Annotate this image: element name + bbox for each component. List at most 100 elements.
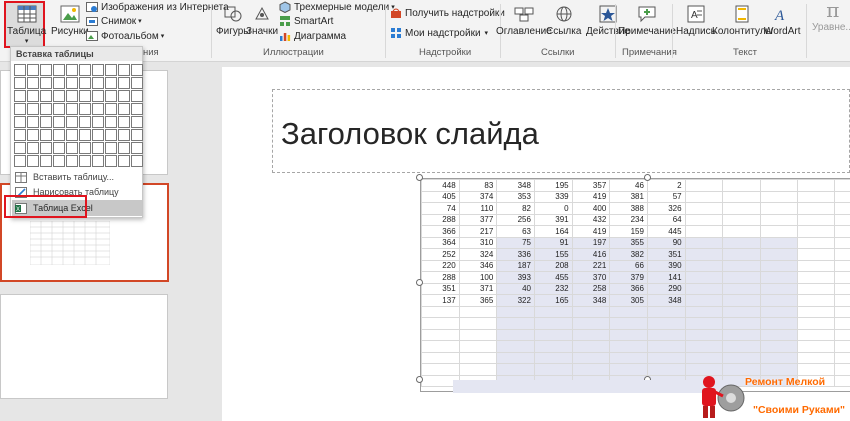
table-cell[interactable] — [684, 213, 724, 226]
table-grid-cell[interactable] — [65, 154, 78, 167]
table-grid-cell[interactable] — [130, 89, 143, 102]
table-cell[interactable]: 288 — [421, 213, 460, 226]
table-cell[interactable] — [684, 305, 724, 318]
table-cell[interactable] — [834, 248, 850, 261]
table-grid-cell[interactable] — [14, 102, 26, 115]
table-cell[interactable]: 159 — [609, 225, 648, 238]
table-cell[interactable]: 83 — [458, 179, 498, 192]
table-cell[interactable] — [684, 259, 724, 272]
table-cell[interactable] — [684, 271, 724, 284]
table-cell[interactable]: 74 — [421, 202, 460, 215]
table-grid-cell[interactable] — [39, 128, 52, 141]
table-cell[interactable]: 232 — [533, 282, 573, 295]
table-grid-cell[interactable] — [65, 141, 78, 154]
table-cell[interactable] — [684, 351, 724, 364]
table-cell[interactable]: 155 — [533, 248, 573, 261]
table-cell[interactable] — [834, 271, 850, 284]
table-cell[interactable]: 381 — [609, 190, 648, 203]
pictures-button[interactable]: Рисунки — [51, 4, 89, 37]
table-cell[interactable]: 348 — [571, 294, 611, 307]
table-size-grid[interactable] — [14, 64, 143, 167]
zoom-button[interactable]: Оглавление — [496, 4, 552, 37]
table-cell[interactable]: 40 — [496, 282, 535, 295]
table-cell[interactable] — [496, 340, 535, 353]
table-grid-cell[interactable] — [117, 141, 130, 154]
table-cell[interactable]: 141 — [646, 271, 686, 284]
table-cell[interactable]: 366 — [609, 282, 648, 295]
table-cell[interactable] — [571, 351, 611, 364]
table-cell[interactable]: 388 — [609, 202, 648, 215]
table-cell[interactable] — [759, 259, 798, 272]
table-cell[interactable]: 374 — [458, 190, 498, 203]
table-grid-cell[interactable] — [14, 89, 26, 102]
table-cell[interactable] — [646, 363, 686, 376]
table-cell[interactable]: 365 — [458, 294, 498, 307]
table-cell[interactable] — [684, 190, 724, 203]
table-cell[interactable] — [684, 248, 724, 261]
table-grid-cell[interactable] — [78, 128, 91, 141]
textbox-button[interactable]: A Надпись — [676, 4, 716, 37]
table-cell[interactable] — [722, 282, 761, 295]
resize-handle[interactable] — [644, 174, 651, 181]
table-grid-cell[interactable] — [14, 64, 26, 76]
table-cell[interactable] — [646, 340, 686, 353]
table-grid-cell[interactable] — [117, 76, 130, 89]
table-cell[interactable] — [571, 363, 611, 376]
table-grid-cell[interactable] — [65, 76, 78, 89]
table-cell[interactable] — [759, 179, 798, 192]
table-cell[interactable]: 364 — [421, 236, 460, 249]
table-grid-cell[interactable] — [130, 102, 143, 115]
table-grid-cell[interactable] — [14, 128, 26, 141]
table-cell[interactable] — [496, 351, 535, 364]
table-cell[interactable] — [722, 317, 761, 330]
table-cell[interactable] — [722, 305, 761, 318]
table-grid-cell[interactable] — [26, 76, 39, 89]
table-cell[interactable]: 220 — [421, 259, 460, 272]
table-cell[interactable] — [759, 248, 798, 261]
table-cell[interactable]: 0 — [533, 202, 573, 215]
table-cell[interactable] — [533, 317, 573, 330]
table-cell[interactable]: 187 — [496, 259, 535, 272]
table-cell[interactable] — [722, 225, 761, 238]
table-cell[interactable] — [796, 282, 836, 295]
resize-handle[interactable] — [416, 279, 423, 286]
table-cell[interactable] — [458, 305, 498, 318]
table-grid-cell[interactable] — [104, 89, 117, 102]
table-grid-cell[interactable] — [130, 115, 143, 128]
table-cell[interactable] — [722, 236, 761, 249]
photo-album-button[interactable]: Фотоальбом ▾ — [86, 30, 164, 42]
table-grid-cell[interactable] — [65, 102, 78, 115]
table-cell[interactable]: 165 — [533, 294, 573, 307]
table-cell[interactable]: 370 — [571, 271, 611, 284]
table-cell[interactable] — [834, 340, 850, 353]
table-cell[interactable] — [684, 236, 724, 249]
table-cell[interactable]: 448 — [421, 179, 460, 192]
table-cell[interactable] — [421, 363, 460, 376]
table-cell[interactable] — [533, 305, 573, 318]
table-cell[interactable]: 346 — [458, 259, 498, 272]
table-grid-cell[interactable] — [117, 64, 130, 76]
table-cell[interactable] — [722, 271, 761, 284]
table-cell[interactable] — [722, 179, 761, 192]
get-addins-button[interactable]: Получить надстройки — [390, 7, 505, 19]
table-cell[interactable]: 91 — [533, 236, 573, 249]
table-cell[interactable] — [796, 271, 836, 284]
table-grid-cell[interactable] — [91, 128, 104, 141]
table-cell[interactable]: 46 — [609, 179, 648, 192]
table-cell[interactable] — [759, 294, 798, 307]
table-cell[interactable] — [421, 328, 460, 341]
table-cell[interactable] — [646, 351, 686, 364]
table-cell[interactable]: 324 — [458, 248, 498, 261]
table-cell[interactable] — [722, 259, 761, 272]
table-grid-cell[interactable] — [39, 64, 52, 76]
table-cell[interactable]: 64 — [646, 213, 686, 226]
table-grid-cell[interactable] — [39, 154, 52, 167]
icons-button[interactable]: Значки — [246, 4, 278, 37]
table-cell[interactable]: 377 — [458, 213, 498, 226]
table-cell[interactable]: 419 — [571, 225, 611, 238]
table-cell[interactable] — [609, 317, 648, 330]
table-cell[interactable]: 2 — [646, 179, 686, 192]
link-button[interactable]: Ссылка — [546, 4, 581, 37]
table-grid-cell[interactable] — [65, 89, 78, 102]
table-cell[interactable]: 390 — [646, 259, 686, 272]
